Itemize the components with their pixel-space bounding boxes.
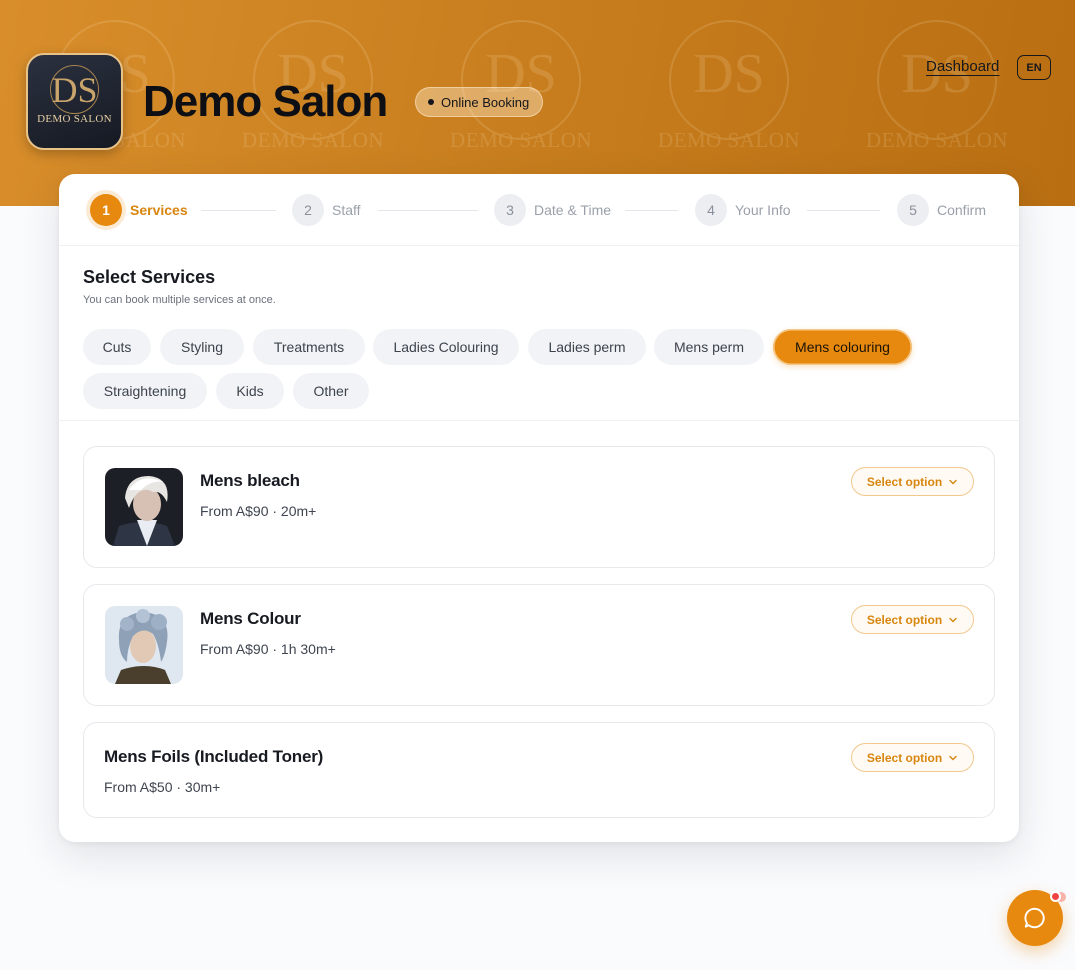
service-card[interactable]: Mens Foils (Included Toner) From A$50 · …	[83, 722, 995, 818]
section-title: Select Services	[83, 267, 216, 287]
service-thumbnail	[105, 606, 183, 684]
category-ladies-colouring[interactable]: Ladies Colouring	[373, 329, 519, 365]
step-label: Staff	[332, 202, 361, 218]
category-straightening[interactable]: Straightening	[83, 373, 207, 409]
category-other[interactable]: Other	[293, 373, 369, 409]
online-booking-label: Online Booking	[441, 94, 530, 110]
category-styling[interactable]: Styling	[160, 329, 244, 365]
step-label: Services	[130, 202, 188, 218]
language-toggle[interactable]: EN	[1017, 55, 1051, 80]
step-connector	[807, 210, 880, 211]
logo-text: DEMO SALON	[37, 113, 112, 125]
step-connector	[625, 210, 678, 211]
service-name: Mens Colour	[200, 609, 301, 628]
service-thumbnail	[105, 468, 183, 546]
step-services[interactable]: 1 Services	[90, 194, 188, 226]
logo-monogram: DS	[51, 70, 98, 110]
watermark-logo: DSDEMO SALON	[866, 20, 1008, 160]
category-treatments[interactable]: Treatments	[253, 329, 365, 365]
step-number: 5	[897, 194, 929, 226]
step-number: 3	[494, 194, 526, 226]
booking-card: 1 Services 2 Staff 3 Date & Time 4 Your …	[59, 174, 1019, 842]
step-connector	[378, 210, 478, 211]
step-label: Your Info	[735, 202, 791, 218]
select-option-button[interactable]: Select option	[851, 467, 974, 496]
select-option-label: Select option	[866, 612, 943, 627]
step-connector	[201, 210, 276, 211]
step-number: 1	[90, 194, 122, 226]
category-cuts[interactable]: Cuts	[83, 329, 151, 365]
service-price-duration: From A$50 · 30m+	[104, 779, 221, 795]
step-staff[interactable]: 2 Staff	[292, 194, 361, 226]
chevron-down-icon	[949, 479, 957, 484]
service-name: Mens Foils (Included Toner)	[104, 747, 324, 766]
step-confirm[interactable]: 5 Confirm	[897, 194, 986, 226]
select-option-label: Select option	[866, 474, 943, 489]
category-ladies-perm[interactable]: Ladies perm	[528, 329, 646, 365]
select-option-button[interactable]: Select option	[851, 743, 974, 772]
watermark-logo: DSDEMO SALON	[658, 20, 800, 160]
chevron-down-icon	[949, 755, 957, 760]
dashboard-link[interactable]: Dashboard	[926, 58, 999, 75]
category-mens-perm[interactable]: Mens perm	[654, 329, 764, 365]
service-price-duration: From A$90 · 1h 30m+	[200, 641, 336, 657]
service-card[interactable]: Mens bleach From A$90 · 20m+ Select opti…	[83, 446, 995, 568]
step-date-time[interactable]: 3 Date & Time	[494, 194, 611, 226]
notification-dot	[1050, 891, 1061, 902]
online-booking-badge: Online Booking	[415, 87, 544, 117]
select-option-button[interactable]: Select option	[851, 605, 974, 634]
step-number: 4	[695, 194, 727, 226]
status-dot	[428, 99, 434, 105]
service-name: Mens bleach	[200, 471, 300, 490]
step-label: Date & Time	[534, 202, 612, 218]
category-mens-colouring[interactable]: Mens colouring	[773, 329, 912, 365]
section-subtitle: You can book multiple services at once.	[83, 294, 276, 306]
service-price-duration: From A$90 · 20m+	[200, 503, 317, 519]
chevron-down-icon	[949, 617, 957, 622]
salon-name: Demo Salon	[143, 77, 388, 126]
section-divider	[59, 420, 1019, 421]
chat-bubble-icon	[1024, 907, 1045, 929]
salon-logo[interactable]: DS DEMO SALON	[26, 53, 123, 150]
select-option-label: Select option	[866, 750, 943, 765]
service-card[interactable]: Mens Colour From A$90 · 1h 30m+ Select o…	[83, 584, 995, 706]
step-number: 2	[292, 194, 324, 226]
step-label: Confirm	[937, 202, 987, 218]
category-kids[interactable]: Kids	[216, 373, 284, 409]
booking-stepper: 1 Services 2 Staff 3 Date & Time 4 Your …	[59, 174, 1019, 246]
step-your-info[interactable]: 4 Your Info	[695, 194, 791, 226]
